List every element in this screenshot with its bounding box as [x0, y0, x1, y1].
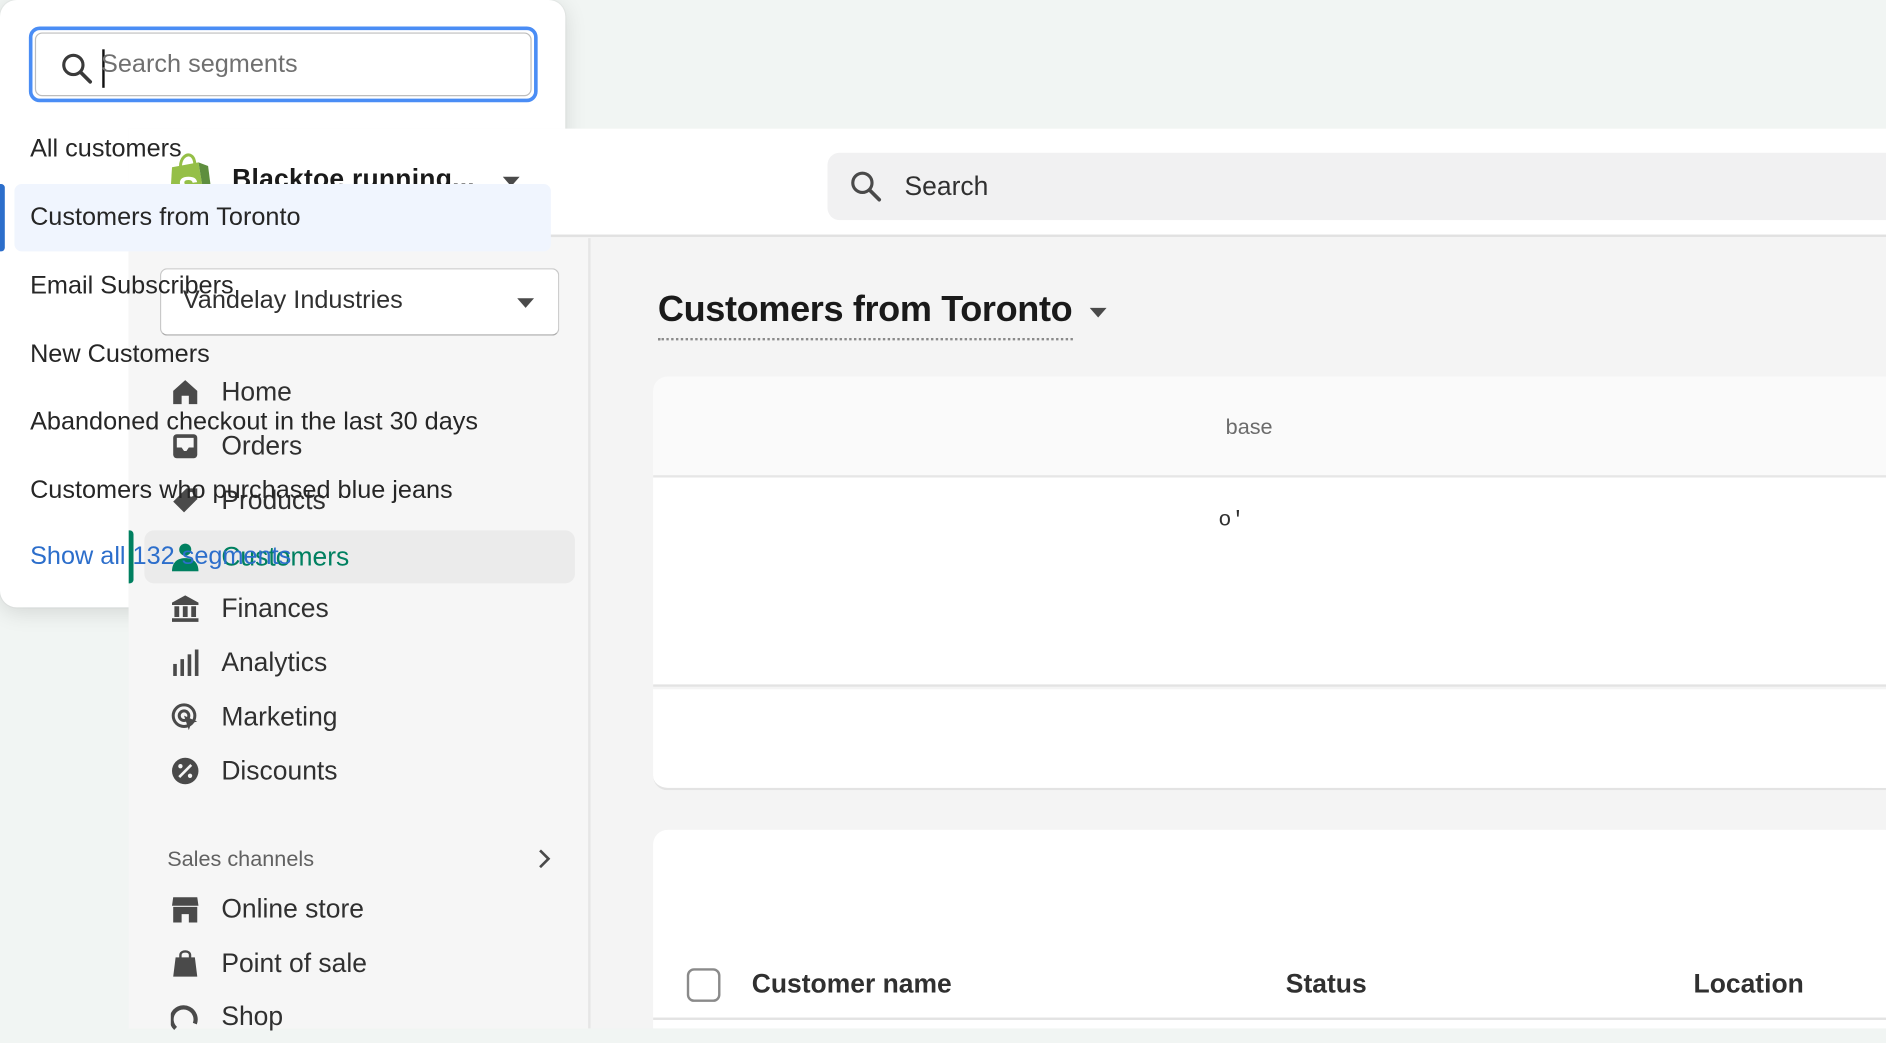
store-icon — [172, 897, 199, 923]
segment-option-label: Email Subscribers — [30, 271, 234, 300]
column-header-status[interactable]: Status — [1286, 968, 1367, 999]
sidebar-item-finances[interactable]: Finances — [144, 582, 575, 635]
segment-option-label: Abandoned checkout in the last 30 days — [30, 407, 479, 436]
query-text: o' — [1218, 508, 1245, 533]
segment-query-editor[interactable]: o' — [653, 477, 1886, 687]
show-all-segments-link[interactable]: Show all 132 segments — [30, 542, 291, 571]
chevron-right-icon[interactable] — [538, 848, 552, 870]
segment-editor-footer — [653, 689, 1886, 791]
segment-option[interactable]: Customers who purchased blue jeans — [14, 457, 550, 524]
segment-option[interactable]: New Customers — [14, 321, 550, 388]
sidebar-item-discounts[interactable]: Discounts — [144, 745, 575, 798]
sidebar-item-point-of-sale[interactable]: Point of sale — [144, 937, 575, 990]
global-search[interactable]: Search — [827, 152, 1886, 221]
segment-search-field[interactable] — [28, 26, 538, 103]
sidebar-item-label: Finances — [221, 592, 329, 624]
sidebar-item-online-store[interactable]: Online store — [144, 883, 575, 936]
chevron-down-icon[interactable] — [1089, 307, 1107, 319]
sidebar-item-marketing[interactable]: Marketing — [144, 690, 575, 743]
bank-icon — [172, 595, 199, 622]
shop-icon — [170, 1005, 198, 1030]
sales-channels-heading: Sales channels — [167, 846, 315, 871]
column-header-location[interactable]: Location — [1694, 968, 1804, 999]
sidebar-item-label: Discounts — [221, 755, 338, 786]
bar-chart-icon — [173, 649, 199, 676]
sidebar-item-label: Marketing — [221, 701, 338, 732]
segment-option-label: New Customers — [30, 340, 210, 369]
sidebar-item-label: Shop — [221, 1000, 284, 1031]
sidebar-item-label: Online store — [221, 893, 364, 924]
segment-option-label: Customers from Toronto — [30, 203, 301, 231]
segment-search-input[interactable] — [101, 40, 510, 90]
target-icon — [171, 703, 198, 731]
segment-option-label: All customers — [30, 134, 182, 163]
segment-option[interactable]: Email Subscribers — [14, 253, 550, 320]
search-placeholder: Search — [904, 170, 989, 201]
segment-option-label: Customers who purchased blue jeans — [30, 476, 453, 504]
discount-icon — [172, 757, 199, 785]
customers-table: Customer name Status Location — [653, 829, 1886, 1029]
segment-option-selected[interactable]: Customers from Toronto — [14, 184, 551, 252]
sidebar-item-label: Point of sale — [221, 947, 367, 978]
selected-indicator — [0, 184, 5, 252]
sidebar-item-analytics[interactable]: Analytics — [144, 636, 575, 689]
table-divider — [653, 1017, 1886, 1020]
search-icon — [62, 53, 93, 84]
segments-popover: All customers Customers from Toronto Ema… — [0, 0, 566, 608]
segment-title-dropdown[interactable]: Customers from Toronto — [657, 290, 1073, 341]
select-all-checkbox[interactable] — [686, 968, 721, 1002]
sidebar-item-shop[interactable]: Shop — [144, 990, 575, 1043]
editor-header-text: base — [1225, 414, 1273, 440]
segment-option[interactable]: Abandoned checkout in the last 30 days — [14, 389, 550, 456]
segment-option[interactable]: All customers — [14, 115, 550, 182]
sidebar-item-label: Analytics — [221, 647, 328, 678]
pos-bag-icon — [173, 950, 198, 977]
column-header-customer-name[interactable]: Customer name — [752, 968, 952, 999]
segment-editor-header: base — [653, 376, 1886, 478]
search-icon — [851, 171, 882, 202]
